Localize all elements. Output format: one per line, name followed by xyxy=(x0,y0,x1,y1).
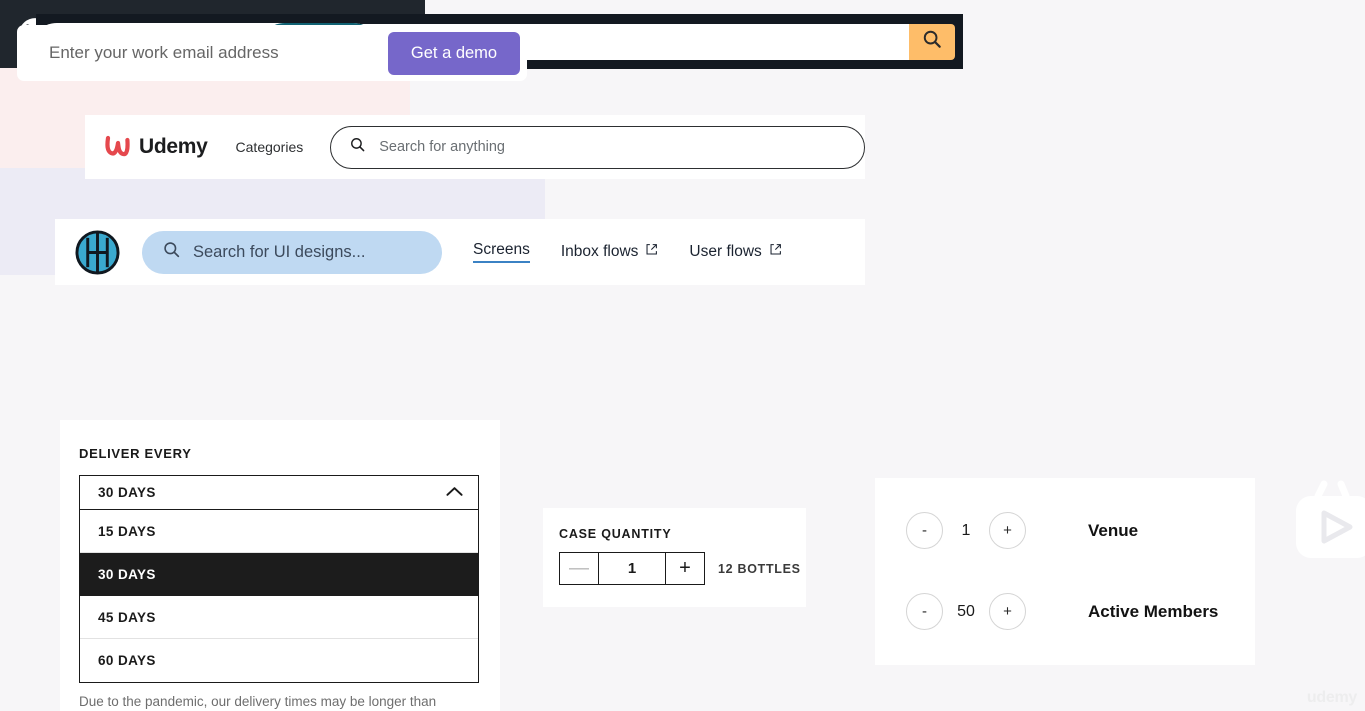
ui-designs-search-bar[interactable]: Search for UI designs... xyxy=(142,230,442,274)
deliver-option-60-days[interactable]: 60 DAYS xyxy=(80,639,478,682)
case-decrement-button[interactable]: — xyxy=(560,553,598,584)
counter-row-venue: - 1 + Venue xyxy=(906,512,1138,549)
nav-link-user-flows-label: User flows xyxy=(689,243,762,260)
search-icon xyxy=(162,240,181,264)
tv-play-icon xyxy=(1286,472,1365,572)
udemy-u-icon xyxy=(102,134,132,160)
deliver-every-label: DELIVER EVERY xyxy=(79,446,192,461)
nav-link-user-flows[interactable]: User flows xyxy=(689,243,781,261)
active-members-increment-button[interactable]: + xyxy=(989,593,1026,630)
case-quantity-unit: 12 BOTTLES xyxy=(718,561,801,576)
screenshot-stage: amazon Deliver to Portugal xyxy=(0,0,1365,711)
udemy-header: Udemy Categories Search for anything xyxy=(85,115,865,179)
nav-link-inbox-flows-label: Inbox flows xyxy=(560,243,639,260)
counter-row-active-members: - 50 + Active Members xyxy=(906,593,1218,630)
udemy-categories-link[interactable]: Categories xyxy=(236,139,304,155)
active-members-decrement-button[interactable]: - xyxy=(906,593,943,630)
app-avatar-icon[interactable] xyxy=(75,229,120,275)
udemy-search-bar[interactable]: Search for anything xyxy=(330,125,865,169)
case-quantity-value[interactable]: 1 xyxy=(598,553,666,584)
nav-link-screens[interactable]: Screens xyxy=(473,241,530,263)
counters-card: - 1 + Venue - 50 + Active Members xyxy=(875,478,1255,665)
external-link-icon xyxy=(769,243,782,261)
watermark: udemy xyxy=(1306,689,1357,706)
work-email-address-placeholder[interactable]: Enter your work email address xyxy=(49,43,279,63)
udemy-logo-text: Udemy xyxy=(139,135,208,158)
ui-designs-nav: Screens Inbox flows User flows xyxy=(473,241,782,263)
get-demo-input-group: Enter your work email address Get a demo xyxy=(17,25,527,81)
venue-increment-button[interactable]: + xyxy=(989,512,1026,549)
search-icon xyxy=(349,136,366,158)
get-demo-button[interactable]: Get a demo xyxy=(388,31,520,75)
case-quantity-card: CASE QUANTITY — 1 + 12 BOTTLES xyxy=(543,508,806,607)
search-icon xyxy=(921,28,943,55)
active-members-value: 50 xyxy=(957,602,975,620)
venue-decrement-button[interactable]: - xyxy=(906,512,943,549)
case-quantity-stepper: — 1 + xyxy=(559,552,705,585)
chevron-up-icon xyxy=(446,485,463,500)
deliver-every-card: DELIVER EVERY 30 DAYS 15 DAYS 30 DAYS 45… xyxy=(60,420,500,711)
deliver-every-select: 30 DAYS 15 DAYS 30 DAYS 45 DAYS 60 DAYS xyxy=(79,475,479,683)
deliver-option-15-days[interactable]: 15 DAYS xyxy=(80,510,478,553)
active-members-label: Active Members xyxy=(1088,601,1219,621)
deliver-every-selected-text: 30 DAYS xyxy=(98,485,156,500)
ui-designs-header: Search for UI designs... Screens Inbox f… xyxy=(55,219,865,285)
deliver-every-selected-value[interactable]: 30 DAYS xyxy=(80,476,478,510)
nav-link-inbox-flows[interactable]: Inbox flows xyxy=(561,243,659,261)
external-link-icon xyxy=(645,243,658,261)
udemy-search-placeholder: Search for anything xyxy=(379,139,505,155)
ui-designs-search-placeholder: Search for UI designs... xyxy=(193,242,366,261)
venue-label: Venue xyxy=(1088,520,1139,540)
deliver-option-45-days[interactable]: 45 DAYS xyxy=(80,596,478,639)
case-quantity-label: CASE QUANTITY xyxy=(559,527,672,541)
deliver-option-30-days[interactable]: 30 DAYS xyxy=(80,553,478,596)
case-increment-button[interactable]: + xyxy=(666,553,704,584)
nav-link-screens-label: Screens xyxy=(473,241,530,258)
udemy-logo[interactable]: Udemy xyxy=(102,134,208,160)
deliver-every-note: Due to the pandemic, our delivery times … xyxy=(79,694,437,709)
amazon-search-button[interactable] xyxy=(909,23,955,60)
venue-value: 1 xyxy=(961,521,971,539)
